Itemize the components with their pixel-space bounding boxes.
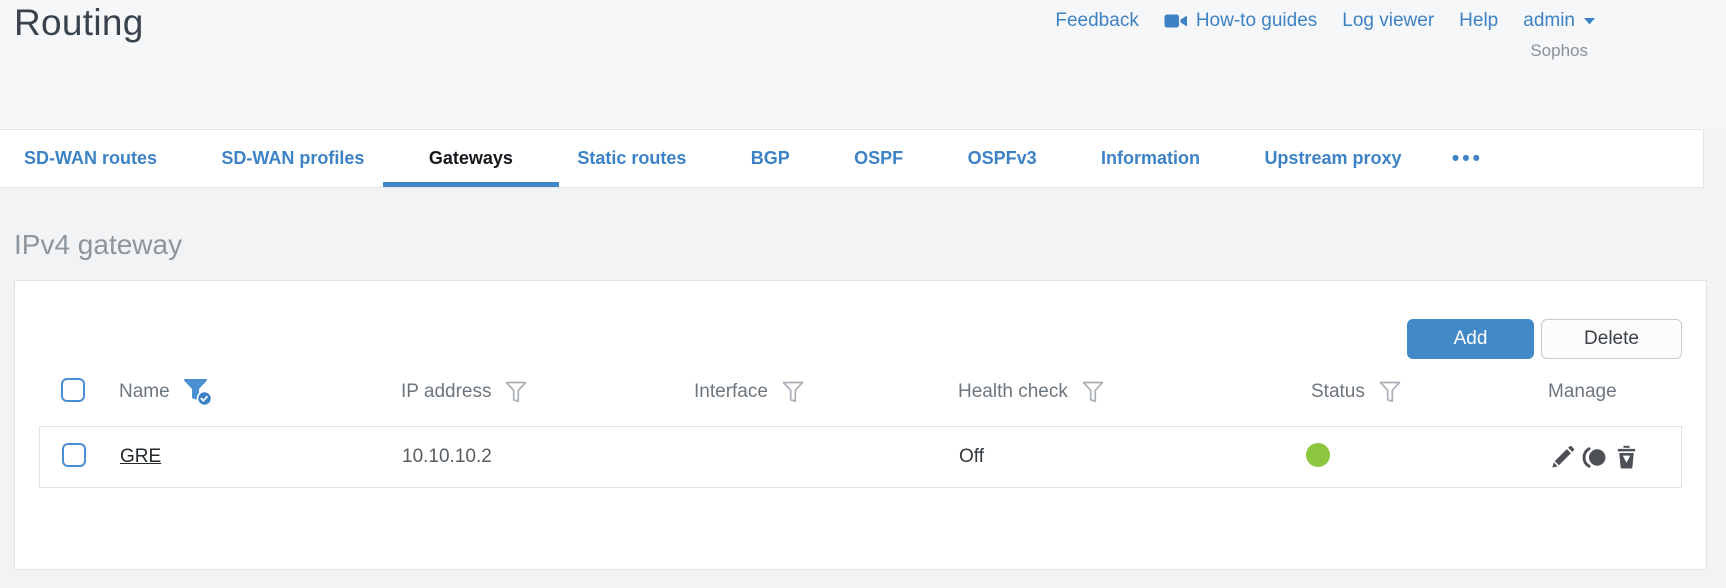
section-title: IPv4 gateway [14,229,183,260]
header-links: Feedback How-to guides Log viewer Help a… [1055,10,1596,32]
column-header-status: Status [1311,381,1365,402]
howto-guides-label: How-to guides [1195,10,1318,31]
column-header-manage: Manage [1548,381,1617,402]
user-menu-label: admin [1523,10,1575,31]
tab-ospfv3[interactable]: OSPFv3 [944,130,1061,187]
column-header-interface: Interface [694,381,768,402]
delete-button[interactable]: Delete [1541,319,1682,359]
video-camera-icon [1164,12,1188,30]
gateway-ip-address: 10.10.10.2 [402,446,492,467]
tab-information[interactable]: Information [1077,130,1224,187]
gateway-table-card: Add Delete Name IP address Interface Hea… [14,280,1707,570]
select-all-checkbox[interactable] [61,377,85,402]
edit-pencil-icon[interactable] [1549,444,1576,471]
page-title: Routing [14,2,144,43]
feedback-link-label: Feedback [1055,10,1139,31]
add-button[interactable]: Add [1407,319,1534,359]
feedback-link[interactable]: Feedback [1055,10,1138,32]
tab-upstream-proxy[interactable]: Upstream proxy [1240,130,1425,187]
health-check-filter-icon[interactable] [1081,380,1105,404]
help-link[interactable]: Help [1459,10,1498,32]
routing-tabbar: SD-WAN routes SD-WAN profiles Gateways S… [0,129,1704,188]
toggle-status-eclipse-icon[interactable] [1581,444,1608,471]
help-label: Help [1459,10,1499,31]
row-checkbox[interactable] [62,442,86,467]
tab-sd-wan-routes[interactable]: SD-WAN routes [0,130,181,187]
table-toolbar: Add Delete [39,319,1682,359]
column-header-name: Name [119,381,170,402]
gateway-name-link[interactable]: GRE [120,446,161,467]
howto-guides-link[interactable]: How-to guides [1164,10,1317,32]
tab-static-routes[interactable]: Static routes [553,130,710,187]
chevron-down-icon [1583,17,1596,25]
more-tabs-button[interactable]: ••• [1442,130,1493,187]
table-header-row: Name IP address Interface Health check S… [39,371,1682,413]
table-row: GRE 10.10.10.2 Off [39,426,1682,488]
status-filter-icon[interactable] [1378,380,1402,404]
tab-bgp[interactable]: BGP [727,130,814,187]
ip-address-filter-icon[interactable] [504,380,528,404]
tab-ospf[interactable]: OSPF [830,130,927,187]
delete-trash-icon[interactable] [1613,444,1640,471]
name-filter-active-icon[interactable] [183,378,213,407]
manage-actions [1549,444,1681,471]
interface-filter-icon[interactable] [781,380,805,404]
tab-sd-wan-profiles[interactable]: SD-WAN profiles [197,130,388,187]
status-green-dot [1306,442,1330,467]
brand-label: Sophos [1530,41,1588,60]
user-menu[interactable]: admin [1523,10,1596,32]
log-viewer-link[interactable]: Log viewer [1342,10,1434,32]
tab-gateways[interactable]: Gateways [382,130,559,187]
gateway-health-check: Off [959,446,984,467]
column-header-ip-address: IP address [401,381,492,402]
log-viewer-label: Log viewer [1342,10,1435,31]
page-header: Routing Feedback How-to guides Log viewe… [0,0,1726,129]
column-header-health-check: Health check [958,381,1068,402]
